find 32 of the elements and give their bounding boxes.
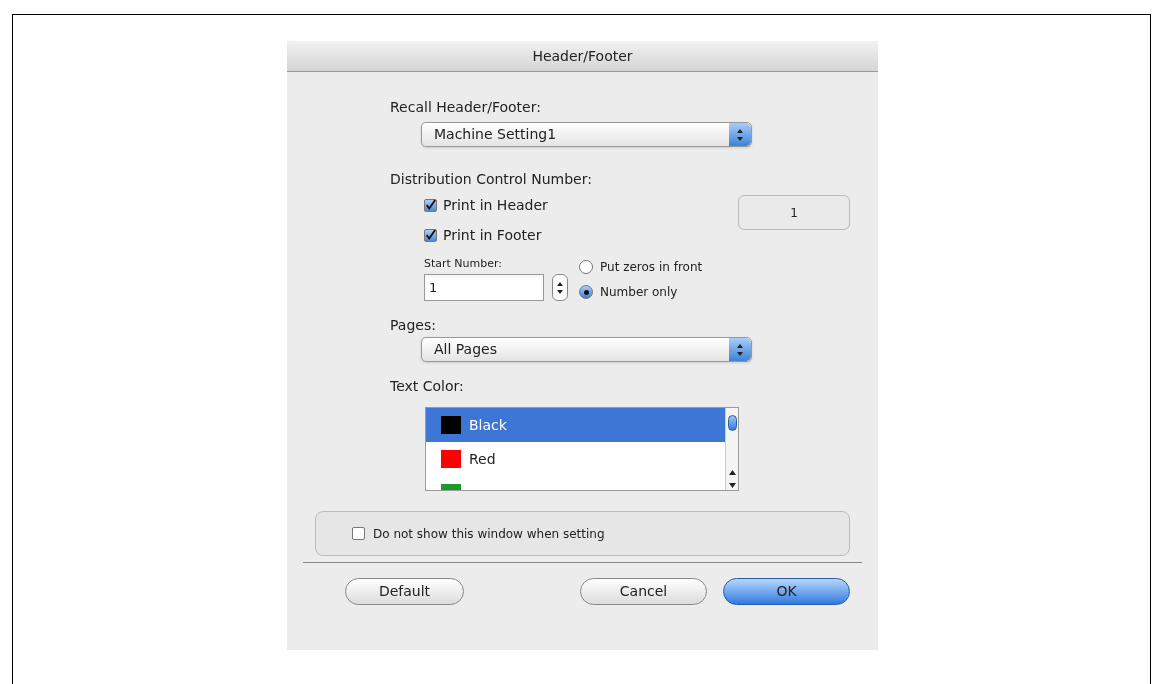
checkbox-label: Print in Footer xyxy=(443,226,542,245)
popup-menu[interactable]: Machine Setting1 xyxy=(421,122,752,147)
control-number-display: 1 xyxy=(738,195,850,230)
popup-arrows-icon xyxy=(729,338,751,361)
push-button[interactable]: Cancel xyxy=(580,578,707,605)
window-title: Header/Footer xyxy=(532,46,633,66)
field-label: Recall Header/Footer: xyxy=(390,98,542,117)
start-number-field[interactable]: 1 xyxy=(424,274,544,301)
checkbox[interactable] xyxy=(352,527,365,540)
field-label: Start Number: xyxy=(424,256,504,272)
up-down-arrows-icon xyxy=(557,280,563,295)
field-label: Pages: xyxy=(390,316,437,335)
section-label: Distribution Control Number: xyxy=(390,170,593,189)
radio-label: Put zeros in front xyxy=(600,259,703,276)
radio-button[interactable] xyxy=(579,285,593,299)
radio-button[interactable] xyxy=(579,260,593,274)
checkbox-label: Do not show this window when setting xyxy=(373,525,605,543)
color-list-item[interactable]: Black xyxy=(426,408,725,442)
scrollbar[interactable] xyxy=(725,408,738,490)
ok-button[interactable]: OK xyxy=(723,578,850,605)
checkbox[interactable] xyxy=(424,229,437,242)
scroll-arrows-icon[interactable] xyxy=(728,469,736,489)
checkbox-label: Print in Header xyxy=(443,196,548,215)
field-label: Text Color: xyxy=(390,377,465,396)
push-button[interactable]: Default xyxy=(345,578,464,605)
scrollbar-thumb[interactable] xyxy=(727,415,737,431)
checkbox[interactable] xyxy=(424,199,437,212)
color-list-item[interactable]: Red xyxy=(426,442,725,476)
popup-arrows-icon xyxy=(729,123,751,146)
radio-label: Number only xyxy=(600,284,678,301)
stepper-control[interactable] xyxy=(552,274,568,301)
popup-menu[interactable]: All Pages xyxy=(421,337,752,362)
